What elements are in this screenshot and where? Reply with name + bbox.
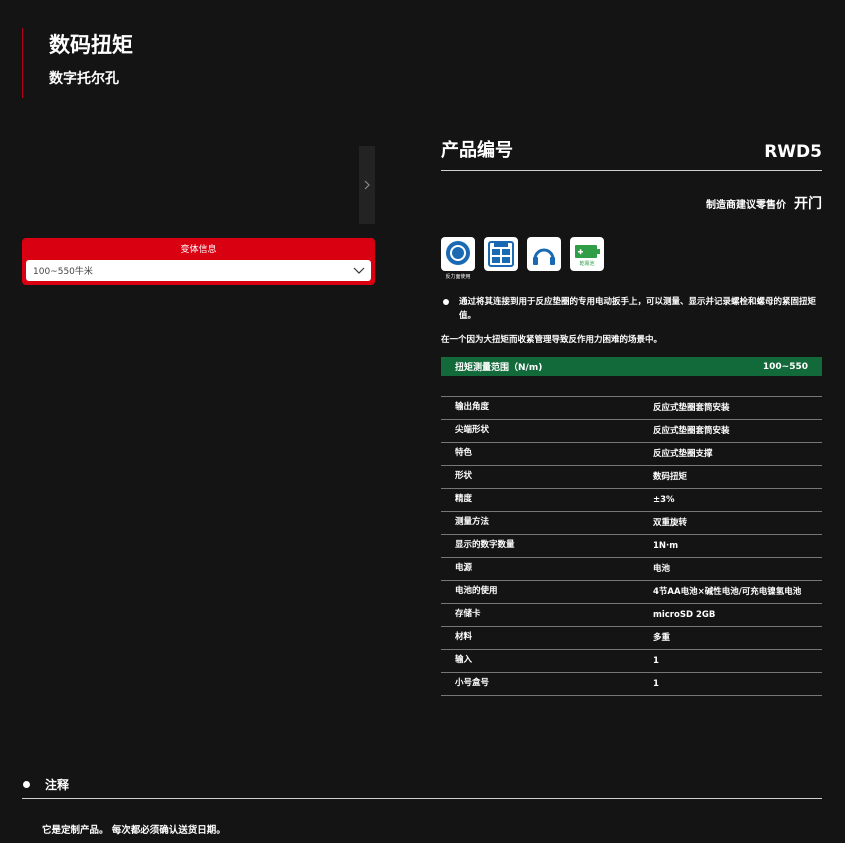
spec-row: 存储卡 microSD 2GB (441, 604, 822, 627)
spec-row: 形状 数码扭矩 (441, 466, 822, 489)
spec-key: 尖端形状 (455, 425, 490, 435)
spec-row: 输出角度 反应式垫圈套筒安装 (441, 397, 822, 420)
spec-row: 测量方法 双重旋转 (441, 512, 822, 535)
spec-key: 输出角度 (455, 402, 490, 412)
product-number-label: 产品编号 (441, 140, 513, 161)
price-value: 开门 (794, 196, 822, 212)
spec-row: 特色 反应式垫圈支撑 (441, 443, 822, 466)
variant-select[interactable]: 100~550牛米 (26, 260, 371, 281)
spec-value: 反应式垫圈支撑 (653, 449, 713, 459)
page-subtitle: 数字托尔孔 (49, 71, 119, 87)
price-label: 制造商建议零售价 (706, 199, 786, 211)
bullet-icon (443, 299, 449, 305)
variant-panel: 变体信息 100~550牛米 (22, 238, 375, 285)
spec-key: 测量方法 (455, 517, 490, 527)
variant-label: 变体信息 (180, 245, 217, 255)
spec-key: 形状 (455, 471, 473, 481)
dry-battery-icon: 乾電池 (570, 237, 604, 271)
title-block: 数码扭矩 数字托尔孔 (22, 28, 133, 98)
chevron-down-icon (353, 267, 365, 274)
notes-heading: 注释 (45, 777, 70, 792)
reaction-use-caption: 反力面使用 (445, 274, 471, 280)
record-function-icon (484, 237, 518, 271)
spec-key: 材料 (455, 632, 473, 642)
gallery-next-button[interactable] (359, 146, 375, 224)
spec-key: 电池的使用 (455, 586, 498, 596)
description-bullet: 通过将其连接到用于反应垫圈的专用电动扳手上，可以测量、显示并记录螺栓和螺母的紧固… (441, 295, 822, 323)
torque-range-bar: 扭矩测量范围（N/m) 100~550 (441, 357, 822, 376)
spec-key: 小号盒号 (455, 678, 490, 688)
page-title: 数码扭矩 (49, 33, 133, 57)
torque-range-value: 100~550 (762, 361, 808, 372)
spec-key: 显示的数字数量 (455, 540, 515, 550)
spec-row: 材料 多重 (441, 627, 822, 650)
variant-selected-value: 100~550牛米 (33, 267, 93, 277)
chevron-right-icon (364, 180, 370, 190)
spec-row: 小号盒号 1 (441, 673, 822, 696)
description-text: 通过将其连接到用于反应垫圈的专用电动扳手上，可以测量、显示并记录螺栓和螺母的紧固… (459, 297, 817, 321)
spec-row: 输入 1 (441, 650, 822, 673)
spec-row: 显示的数字数量 1N·m (441, 535, 822, 558)
feature-icons: 反力面使用 乾電池 (441, 237, 822, 281)
spec-row: 精度 ±3% (441, 489, 822, 512)
spec-value: microSD 2GB (653, 610, 716, 620)
product-number-value: RWD5 (764, 142, 822, 162)
spec-value: 电池 (653, 564, 671, 574)
bullet-icon (23, 780, 30, 788)
reaction-use-icon: 反力面使用 (441, 237, 475, 280)
notes-body: 它是定制产品。 每次都必须确认送货日期。 (42, 825, 226, 836)
spec-table: 输出角度 反应式垫圈套筒安装 尖端形状 反应式垫圈套筒安装 特色 反应式垫圈支撑 形状… (441, 396, 822, 696)
price-row: 制造商建议零售价 开门 (441, 193, 822, 213)
product-number-row: 产品编号 RWD5 (441, 130, 822, 171)
spec-value: 反应式垫圈套筒安装 (653, 403, 730, 413)
spec-value: 1N·m (653, 541, 679, 551)
spec-value: 双重旋转 (653, 518, 688, 528)
notes-section: 注释 它是定制产品。 每次都必须确认送货日期。 (22, 770, 822, 836)
notes-header: 注释 (22, 770, 822, 799)
spec-key: 特色 (455, 448, 473, 458)
spec-value: 1 (653, 679, 659, 689)
spec-row: 电源 电池 (441, 558, 822, 581)
spec-key: 精度 (455, 494, 473, 504)
torque-range-label: 扭矩测量范围（N/m) (455, 363, 543, 373)
spec-value: 4节AA电池×碱性电池/可充电镍氢电池 (653, 587, 802, 597)
spec-key: 存储卡 (455, 609, 481, 619)
spec-row: 电池的使用 4节AA电池×碱性电池/可充电镍氢电池 (441, 581, 822, 604)
spec-value: ±3% (653, 495, 675, 505)
spec-value: 反应式垫圈套筒安装 (653, 426, 730, 436)
spec-value: 多重 (653, 633, 671, 643)
spec-value: 数码扭矩 (653, 472, 688, 482)
spec-value: 1 (653, 656, 659, 666)
headphone-icon (527, 237, 561, 271)
spec-row: 尖端形状 反应式垫圈套筒安装 (441, 420, 822, 443)
description-note: 在一个因为大扭矩而收紧管理导致反作用力困难的场景中。 (441, 335, 663, 345)
spec-key: 电源 (455, 563, 473, 573)
dry-battery-caption: 乾電池 (579, 261, 595, 267)
spec-key: 输入 (455, 655, 473, 665)
product-info: 产品编号 RWD5 制造商建议零售价 开门 反力面使用 乾電池 通过将其连接到用… (441, 130, 822, 696)
